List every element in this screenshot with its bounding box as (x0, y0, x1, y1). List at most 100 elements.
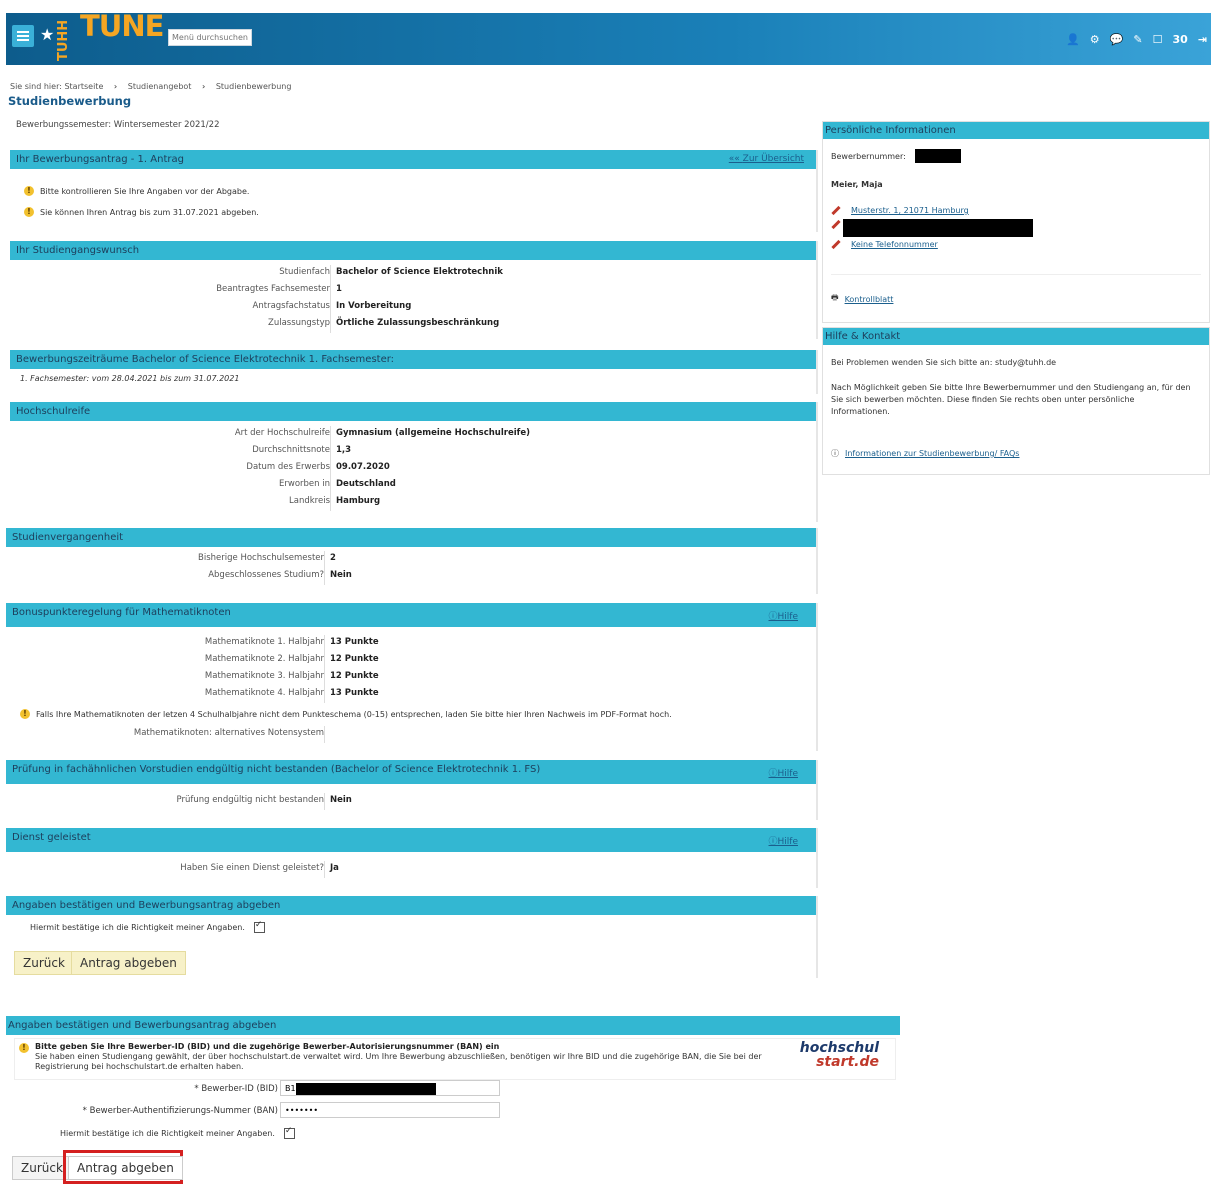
field-row: Mathematiknote 1. Halbjahr (204, 637, 324, 647)
phone-row: Keine Telefonnummer (831, 239, 938, 250)
application-semester: Bewerbungssemester: Wintersemester 2021/… (16, 120, 220, 130)
page-title: Studienbewerbung (8, 94, 132, 108)
field-value: 1,3 (330, 443, 810, 462)
panel-personal-info: Persönliche Informationen Bewerbernummer… (822, 121, 1210, 323)
window-icon[interactable]: ☐ (1153, 33, 1163, 46)
logo-tune[interactable]: TUNE (80, 9, 164, 43)
field-value: 12 Punkte (324, 669, 804, 688)
field-row: Bisherige Hochschulsemester (198, 553, 324, 563)
breadcrumb-separator-icon: › (113, 82, 118, 91)
submit-button[interactable]: Antrag abgeben (71, 951, 186, 975)
faq-link[interactable]: Informationen zur Studienbewerbung/ FAQs (845, 449, 1019, 458)
field-row: Beantragtes Fachsemester (216, 284, 330, 294)
panel-studiengangswunsch-header: Ihr Studiengangswunsch (10, 241, 816, 260)
field-row: Art der Hochschulreife (234, 428, 330, 438)
breadcrumb: Sie sind hier: Startseite › Studienangeb… (10, 82, 292, 91)
field-row: Landkreis (289, 496, 330, 506)
edit-icon[interactable]: ✎ (1133, 33, 1142, 46)
overview-link[interactable]: «« Zur Übersicht (729, 150, 804, 169)
field-value: Hamburg (330, 494, 810, 513)
field-value: 2 (324, 551, 804, 570)
field-row: Haben Sie einen Dienst geleistet? (180, 863, 324, 873)
field-value: Ja (324, 861, 804, 880)
panel-dienst-header: Dienst geleistet ⓘHilfe (6, 828, 816, 852)
breadcrumb-studienbewerbung[interactable]: Studienbewerbung (216, 82, 292, 91)
hilfe-link[interactable]: ⓘHilfe (769, 764, 799, 784)
kontrollblatt-row: 🖶 Kontrollblatt (831, 292, 893, 306)
chat-icon[interactable]: 💬 (1110, 33, 1124, 46)
upload-field[interactable] (324, 726, 804, 745)
hilfe-link[interactable]: ⓘHilfe (769, 607, 799, 627)
hilfe-text: Bei Problemen wenden Sie sich bitte an: … (831, 358, 1057, 367)
star-icon[interactable]: ★ (40, 25, 54, 44)
divider (831, 274, 1201, 275)
menu-icon[interactable] (12, 25, 34, 47)
panel-pruefung-header: Prüfung in fachähnlichen Vorstudien endg… (6, 760, 816, 784)
panel-zeitraeume: Bewerbungszeiträume Bachelor of Science … (10, 350, 818, 394)
redaction (915, 149, 961, 163)
field-row: Mathematiknote 3. Halbjahr (204, 671, 324, 681)
user-icon[interactable]: 👤 (1066, 33, 1080, 46)
ban-input[interactable] (280, 1102, 500, 1118)
bottom-confirm-checkbox[interactable] (283, 1126, 295, 1139)
field-row: Mathematiknote 4. Halbjahr (204, 688, 324, 698)
field-row: Zulassungstyp (268, 318, 330, 328)
field-row: Erworben in (279, 479, 330, 489)
field-value: 13 Punkte (324, 686, 804, 705)
field-value: 12 Punkte (324, 652, 804, 671)
top-header: ★ TUHH TUNE 👤 ⚙ 💬 ✎ ☐ 30 ⇥ (6, 9, 1211, 65)
period-text: 1. Fachsemester: vom 28.04.2021 bis zum … (20, 374, 240, 383)
panel-confirm: Angaben bestätigen und Bewerbungsantrag … (6, 896, 818, 978)
printer-icon[interactable]: 🖶 (831, 292, 839, 306)
info-icon: ! (19, 1043, 29, 1053)
panel-zeitraeume-header: Bewerbungszeiträume Bachelor of Science … (10, 350, 816, 369)
breadcrumb-separator-icon: › (201, 82, 206, 91)
breadcrumb-startseite[interactable]: Startseite (64, 82, 103, 91)
pencil-icon[interactable] (831, 205, 841, 216)
panel-hochschulreife-header: Hochschulreife (10, 402, 816, 421)
back-button[interactable]: Zurück (14, 951, 74, 975)
panel-hilfe-header: Hilfe & Kontakt (823, 328, 1209, 345)
faq-row: ⓘ Informationen zur Studienbewerbung/ FA… (831, 448, 1019, 459)
hilfe-text: Nach Möglichkeit geben Sie bitte Ihre Be… (831, 383, 1191, 416)
panel-bonuspunkte-header: Bonuspunkteregelung für Mathematiknoten … (6, 603, 816, 627)
info-icon: ! (24, 207, 34, 217)
confirm-row: Hiermit bestätige ich die Richtigkeit me… (30, 920, 265, 933)
panel-studienvergangenheit-header: Studienvergangenheit (6, 528, 816, 547)
panel-personal-info-header: Persönliche Informationen (823, 122, 1209, 139)
field-row: Abgeschlossenes Studium? (208, 570, 324, 580)
phone-link[interactable]: Keine Telefonnummer (851, 240, 938, 249)
field-value: Örtliche Zulassungsbeschränkung (330, 316, 810, 335)
hochschulstart-logo: hochschul start.de (799, 1040, 879, 1070)
field-value: Nein (324, 793, 804, 812)
session-counter: 30 (1172, 33, 1188, 46)
confirm-checkbox[interactable] (253, 920, 265, 933)
info-message: ! Bitte kontrollieren Sie Ihre Angaben v… (24, 186, 249, 196)
info-message: ! Falls Ihre Mathematiknoten der letzen … (20, 709, 672, 719)
info-icon: ! (20, 709, 30, 719)
bottom-panel: Angaben bestätigen und Bewerbungsantrag … (6, 1016, 900, 1188)
applicant-name: Meier, Maja (831, 180, 883, 189)
kontrollblatt-link[interactable]: Kontrollblatt (845, 295, 894, 304)
field-value: 13 Punkte (324, 635, 804, 654)
field-row: Mathematiknoten: alternatives Notensyste… (133, 728, 324, 738)
field-value: Gymnasium (allgemeine Hochschulreife) (330, 426, 810, 445)
menu-search-input[interactable] (168, 29, 252, 46)
panel-antrag-header: Ihr Bewerbungsantrag - 1. Antrag «« Zur … (10, 150, 816, 169)
address-link[interactable]: Musterstr. 1, 21071 Hamburg (851, 206, 969, 215)
field-value: In Vorbereitung (330, 299, 810, 318)
bottom-submit-button[interactable]: Antrag abgeben (68, 1156, 183, 1180)
pencil-icon[interactable] (831, 219, 841, 230)
field-row: Mathematiknote 2. Halbjahr (204, 654, 324, 664)
gear-icon[interactable]: ⚙ (1090, 33, 1100, 46)
pencil-icon[interactable] (831, 239, 841, 250)
panel-bonuspunkte: Bonuspunkteregelung für Mathematiknoten … (6, 603, 818, 751)
ban-label: * Bewerber-Authentifizierungs-Nummer (BA… (82, 1106, 278, 1116)
breadcrumb-studienangebot[interactable]: Studienangebot (128, 82, 192, 91)
field-value: Deutschland (330, 477, 810, 496)
bottom-confirm-row: Hiermit bestätige ich die Richtigkeit me… (60, 1126, 295, 1139)
logo-tuhh: TUHH (56, 19, 71, 61)
panel-antrag: Ihr Bewerbungsantrag - 1. Antrag «« Zur … (10, 150, 818, 232)
logout-icon[interactable]: ⇥ (1198, 33, 1207, 46)
hilfe-link[interactable]: ⓘHilfe (769, 832, 799, 852)
